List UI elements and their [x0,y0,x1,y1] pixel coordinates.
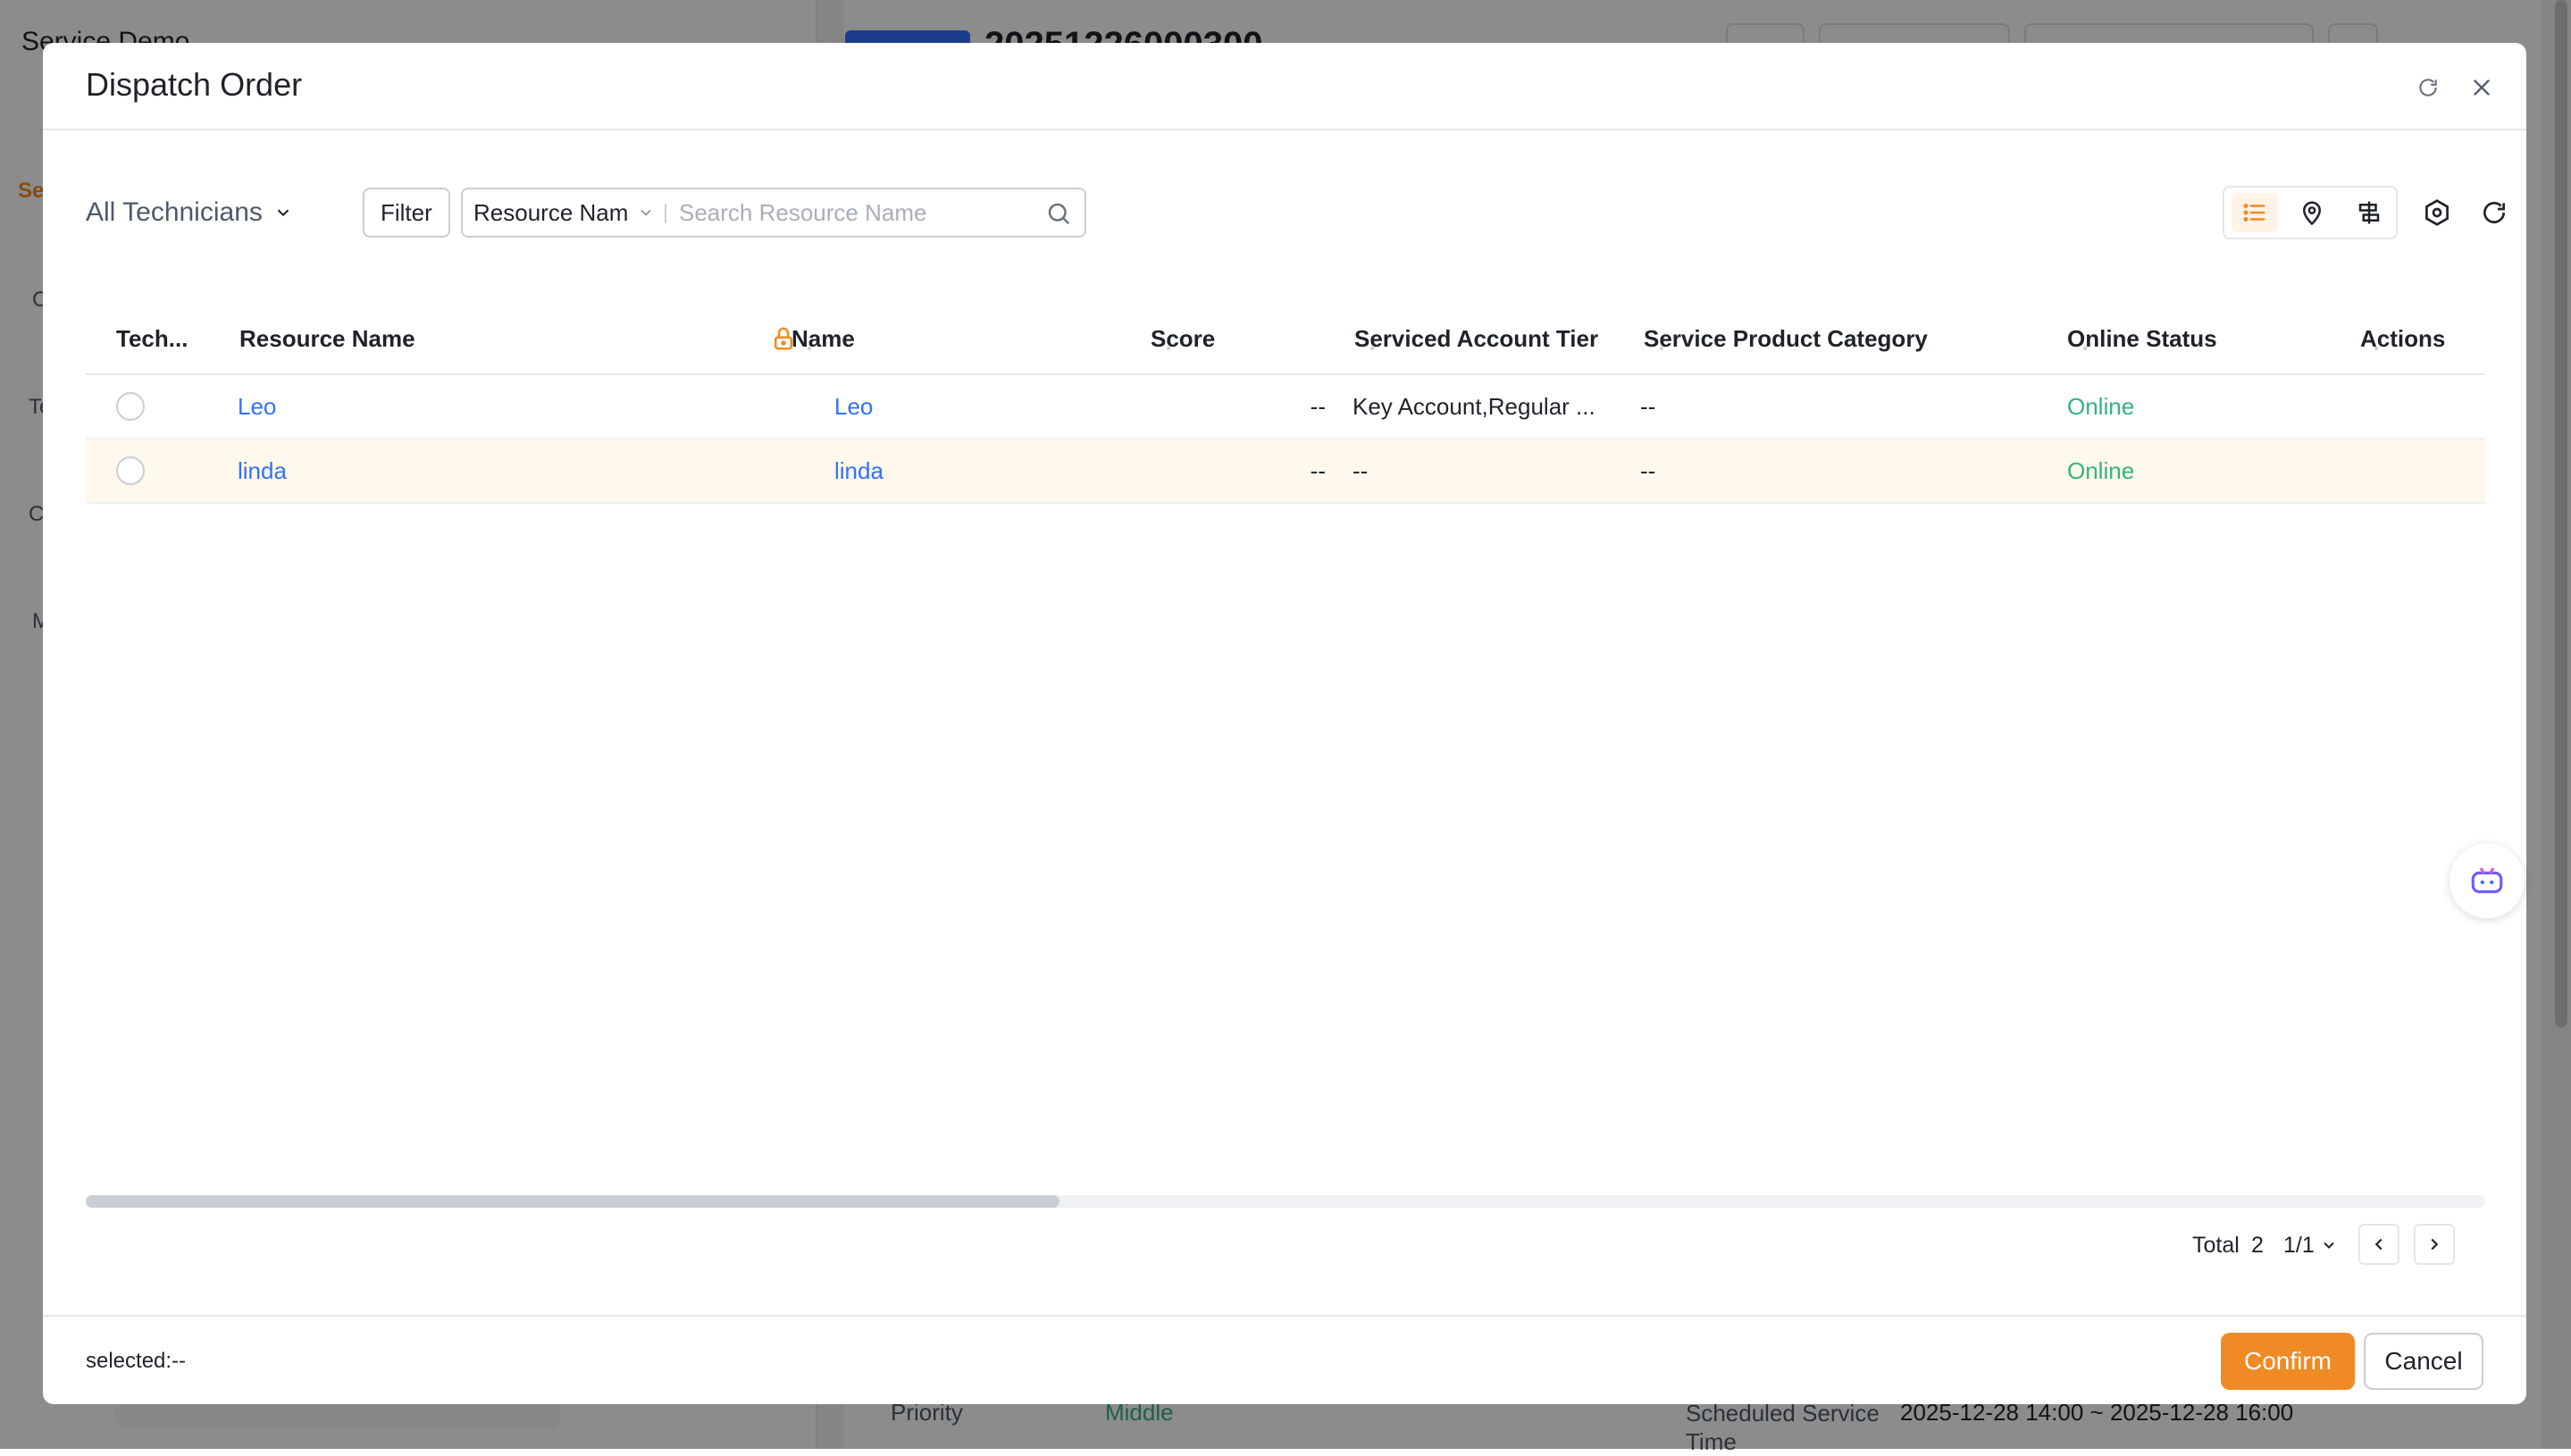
serviced-account-tier-cell: Key Account,Regular ... [1352,392,1595,420]
column-resize-handle[interactable] [2083,347,2087,350]
filter-button[interactable]: Filter [363,188,450,238]
radio-button[interactable] [116,392,145,421]
settings-icon[interactable] [2417,193,2457,232]
view-switcher [2223,186,2398,239]
radio-button[interactable] [116,456,145,485]
chevron-right-icon [2431,1238,2439,1251]
resource-name-link[interactable]: Leo [238,375,276,438]
reload-icon[interactable] [2475,193,2514,232]
map-pin-icon[interactable] [2289,193,2335,232]
name-link[interactable]: linda [834,439,884,502]
next-page-button[interactable] [2414,1224,2455,1265]
search-input[interactable] [677,195,1034,230]
technicians-select[interactable]: All Technicians [86,186,293,239]
column-header-actions: Actions [2360,324,2446,352]
refresh-icon[interactable] [2410,70,2446,105]
column-header-resource-name[interactable]: Resource Name [239,302,415,375]
selected-status: selected:-- [86,1349,187,1373]
table-row[interactable]: Leo Leo -- Key Account,Regular ... -- On… [86,375,2485,439]
row-select-radio[interactable] [116,375,145,438]
column-resize-handle[interactable] [1660,347,1663,350]
online-status-cell: Online [2067,456,2135,484]
column-header-online-status[interactable]: Online Status [2067,302,2217,375]
table-header: Tech... Resource Name Name Score Service… [86,302,2485,375]
search-box: Resource Nam [461,188,1086,238]
column-header-name[interactable]: Name [791,302,855,375]
serviced-account-tier-cell: -- [1352,456,1369,484]
search-icon[interactable] [1045,200,1072,227]
page-select[interactable]: 1/1 [2283,1224,2338,1267]
column-resize-handle[interactable] [1370,347,1374,350]
service-product-category-cell: -- [1640,456,1656,484]
score-cell: -- [1310,456,1326,484]
assistant-bot-icon[interactable] [2450,843,2525,918]
technicians-table: Tech... Resource Name Name Score Service… [86,302,2485,504]
column-resize-handle[interactable] [2374,347,2378,350]
column-header-tech[interactable]: Tech... [116,302,188,375]
dialog-header: Dispatch Order [43,43,2526,130]
technicians-select-label: All Technicians [86,197,263,227]
search-divider [665,204,666,223]
row-select-radio[interactable] [116,439,145,502]
column-resize-handle[interactable] [1167,347,1170,350]
close-icon[interactable] [2464,70,2500,105]
column-header-serviced-account-tier[interactable]: Serviced Account Tier [1354,302,1598,375]
table-row[interactable]: linda linda -- -- -- Online [86,439,2485,504]
table-scrollbar-thumb[interactable] [86,1195,1059,1208]
online-status-cell: Online [2067,392,2135,420]
confirm-button[interactable]: Confirm [2221,1333,2355,1390]
column-header-service-product-category[interactable]: Service Product Category [1644,302,1928,375]
dialog-footer: selected:-- Confirm Cancel [43,1315,2526,1404]
resource-name-link[interactable]: linda [238,439,287,502]
list-view-icon[interactable] [2232,193,2278,232]
score-cell: -- [1310,392,1326,420]
table-horizontal-scrollbar[interactable] [86,1195,2485,1208]
search-field-select[interactable]: Resource Nam [473,189,663,236]
page-select-label: 1/1 [2283,1232,2315,1258]
chevron-left-icon [2374,1238,2383,1251]
service-product-category-cell: -- [1640,392,1656,420]
chevron-down-icon [2324,1242,2334,1249]
previous-page-button[interactable] [2358,1224,2399,1265]
dispatch-order-dialog: Dispatch Order All Technicians Filter Re… [43,43,2526,1404]
chevron-down-icon [277,209,289,217]
column-header-score[interactable]: Score [1151,302,1215,375]
cancel-button[interactable]: Cancel [2364,1333,2483,1390]
schedule-view-icon[interactable] [2346,193,2392,232]
column-resize-handle[interactable] [808,347,811,350]
dialog-toolbar: All Technicians Filter Resource Nam [86,186,2505,239]
pagination-total-count: 2 [2251,1232,2264,1258]
dialog-title: Dispatch Order [86,66,303,103]
search-field-label: Resource Nam [473,198,629,226]
chevron-down-icon [641,209,651,216]
pagination-total-label: Total [2192,1232,2240,1258]
name-link[interactable]: Leo [834,375,873,438]
